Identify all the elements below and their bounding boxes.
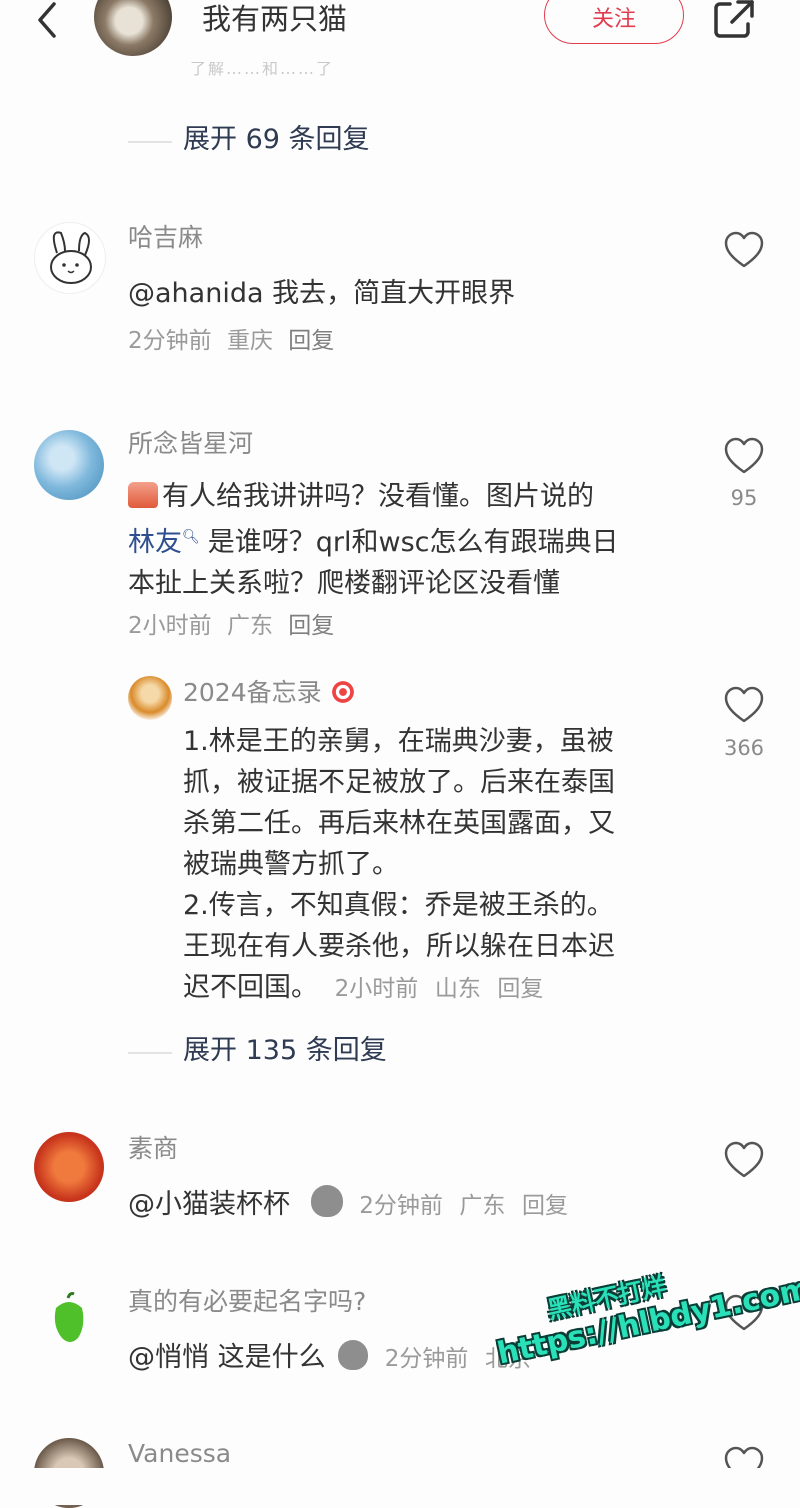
reply-button[interactable]: 回复 <box>288 613 334 639</box>
truncated-text: 了解……和……了 <box>190 62 335 76</box>
avatar[interactable] <box>34 1132 104 1202</box>
username[interactable]: 2024备忘录 <box>183 677 356 709</box>
divider <box>128 1052 172 1054</box>
comment-time: 2小时前 <box>128 613 212 639</box>
author-name[interactable]: 我有两只猫 <box>202 0 347 38</box>
comment-line: 是谁呀？qrl和wsc怎么有跟瑞典日 <box>207 527 619 558</box>
comment-text: @ahanida 我去，简直大开眼界 <box>128 278 516 309</box>
reply-button[interactable]: 回复 <box>522 1193 568 1219</box>
like-count: 95 <box>730 486 758 510</box>
like-heart-icon[interactable] <box>723 1141 765 1179</box>
username-text: 2024备忘录 <box>183 678 322 707</box>
comment-line: 2.传言，不知真假：乔是被王杀的。 <box>183 890 614 921</box>
comment-text: 有人给我讲讲吗？没看懂。图片说的 林友🔍︎ 是谁呀？qrl和wsc怎么有跟瑞典日 … <box>128 476 619 604</box>
author-avatar[interactable] <box>94 0 172 56</box>
reply-button[interactable]: 回复 <box>288 328 334 354</box>
divider <box>128 141 172 143</box>
like-count: 366 <box>723 736 765 760</box>
username[interactable]: 哈吉麻 <box>128 222 203 254</box>
avatar[interactable] <box>128 676 172 720</box>
comment-time: 2分钟前 <box>359 1193 443 1219</box>
comment-location: 广东 <box>459 1193 506 1219</box>
bottom-edge <box>0 1468 800 1505</box>
reply-button[interactable]: 回复 <box>497 976 543 1002</box>
follow-button[interactable]: 关注 <box>544 0 684 44</box>
comment-line: 有人给我讲讲吗？没看懂。图片说的 <box>162 481 594 512</box>
chevron-left-icon[interactable] <box>30 0 64 40</box>
sticker-icon <box>338 1340 369 1370</box>
like-heart-icon[interactable] <box>723 231 765 269</box>
like-heart-icon[interactable] <box>723 686 765 724</box>
watermark: 黑料不打烊 https://hlbdy1.com <box>488 1242 800 1373</box>
username[interactable]: 所念皆星河 <box>128 428 253 460</box>
comment-time: 2分钟前 <box>128 328 212 354</box>
comment-location: 广东 <box>226 613 273 639</box>
username[interactable]: Vanessa <box>128 1438 231 1470</box>
comment-meta: 2小时前 广东 回复 <box>128 611 334 641</box>
username[interactable]: 素商 <box>128 1133 178 1165</box>
top-bar: 我有两只猫 关注 <box>0 0 800 60</box>
comment-line: 本扯上关系啦？爬楼翻评论区没看懂 <box>128 568 560 599</box>
search-icon[interactable]: 🔍︎ <box>182 529 200 545</box>
share-icon[interactable] <box>712 0 756 40</box>
comment-line: 迟不回国。 <box>183 972 318 1003</box>
comment-line: 1.林是王的亲舅，在瑞典沙妻，虽被 <box>183 726 614 757</box>
comment-line: @小猫装杯杯 <box>128 1189 290 1220</box>
expand-replies-button[interactable]: 展开 135 条回复 <box>183 1033 387 1069</box>
like-heart-icon[interactable] <box>723 437 765 475</box>
comment-time: 2分钟前 <box>384 1346 469 1372</box>
avatar[interactable] <box>34 222 106 294</box>
avatar[interactable] <box>34 1286 104 1356</box>
search-link[interactable]: 林友 <box>128 527 182 558</box>
avatar[interactable] <box>34 430 104 500</box>
comment-location: 重庆 <box>226 328 273 354</box>
comment-line: 杀第二任。再后来林在英国露面，又 <box>183 808 615 839</box>
comment-line: 王现在有人要杀他，所以躲在日本迟 <box>183 931 615 962</box>
comment-line: 抓，被证据不足被放了。后来在泰国 <box>183 767 615 798</box>
target-badge-icon <box>329 679 356 705</box>
username[interactable]: 真的有必要起名字吗? <box>128 1286 366 1318</box>
comment-text: 1.林是王的亲舅，在瑞典沙妻，虽被 抓，被证据不足被放了。后来在泰国 杀第二任。… <box>183 721 615 1008</box>
comment-time: 2小时前 <box>334 976 419 1002</box>
comment-meta: 2分钟前 重庆 回复 <box>128 326 334 356</box>
comment-text: @悄悄 这是什么 2分钟前 北京 <box>128 1337 531 1378</box>
comment-line: @悄悄 这是什么 <box>128 1342 326 1373</box>
expand-replies-button[interactable]: 展开 69 条回复 <box>183 122 370 158</box>
comment-location: 山东 <box>434 976 481 1002</box>
comment-line: 被瑞典警方抓了。 <box>183 849 399 880</box>
bunny-avatar-icon <box>50 231 92 284</box>
comment-text: @小猫装杯杯 2分钟前 广东 回复 <box>128 1184 568 1225</box>
emoji-icon <box>128 482 158 508</box>
sticker-icon <box>310 1185 343 1217</box>
green-pepper-icon <box>54 1292 84 1342</box>
